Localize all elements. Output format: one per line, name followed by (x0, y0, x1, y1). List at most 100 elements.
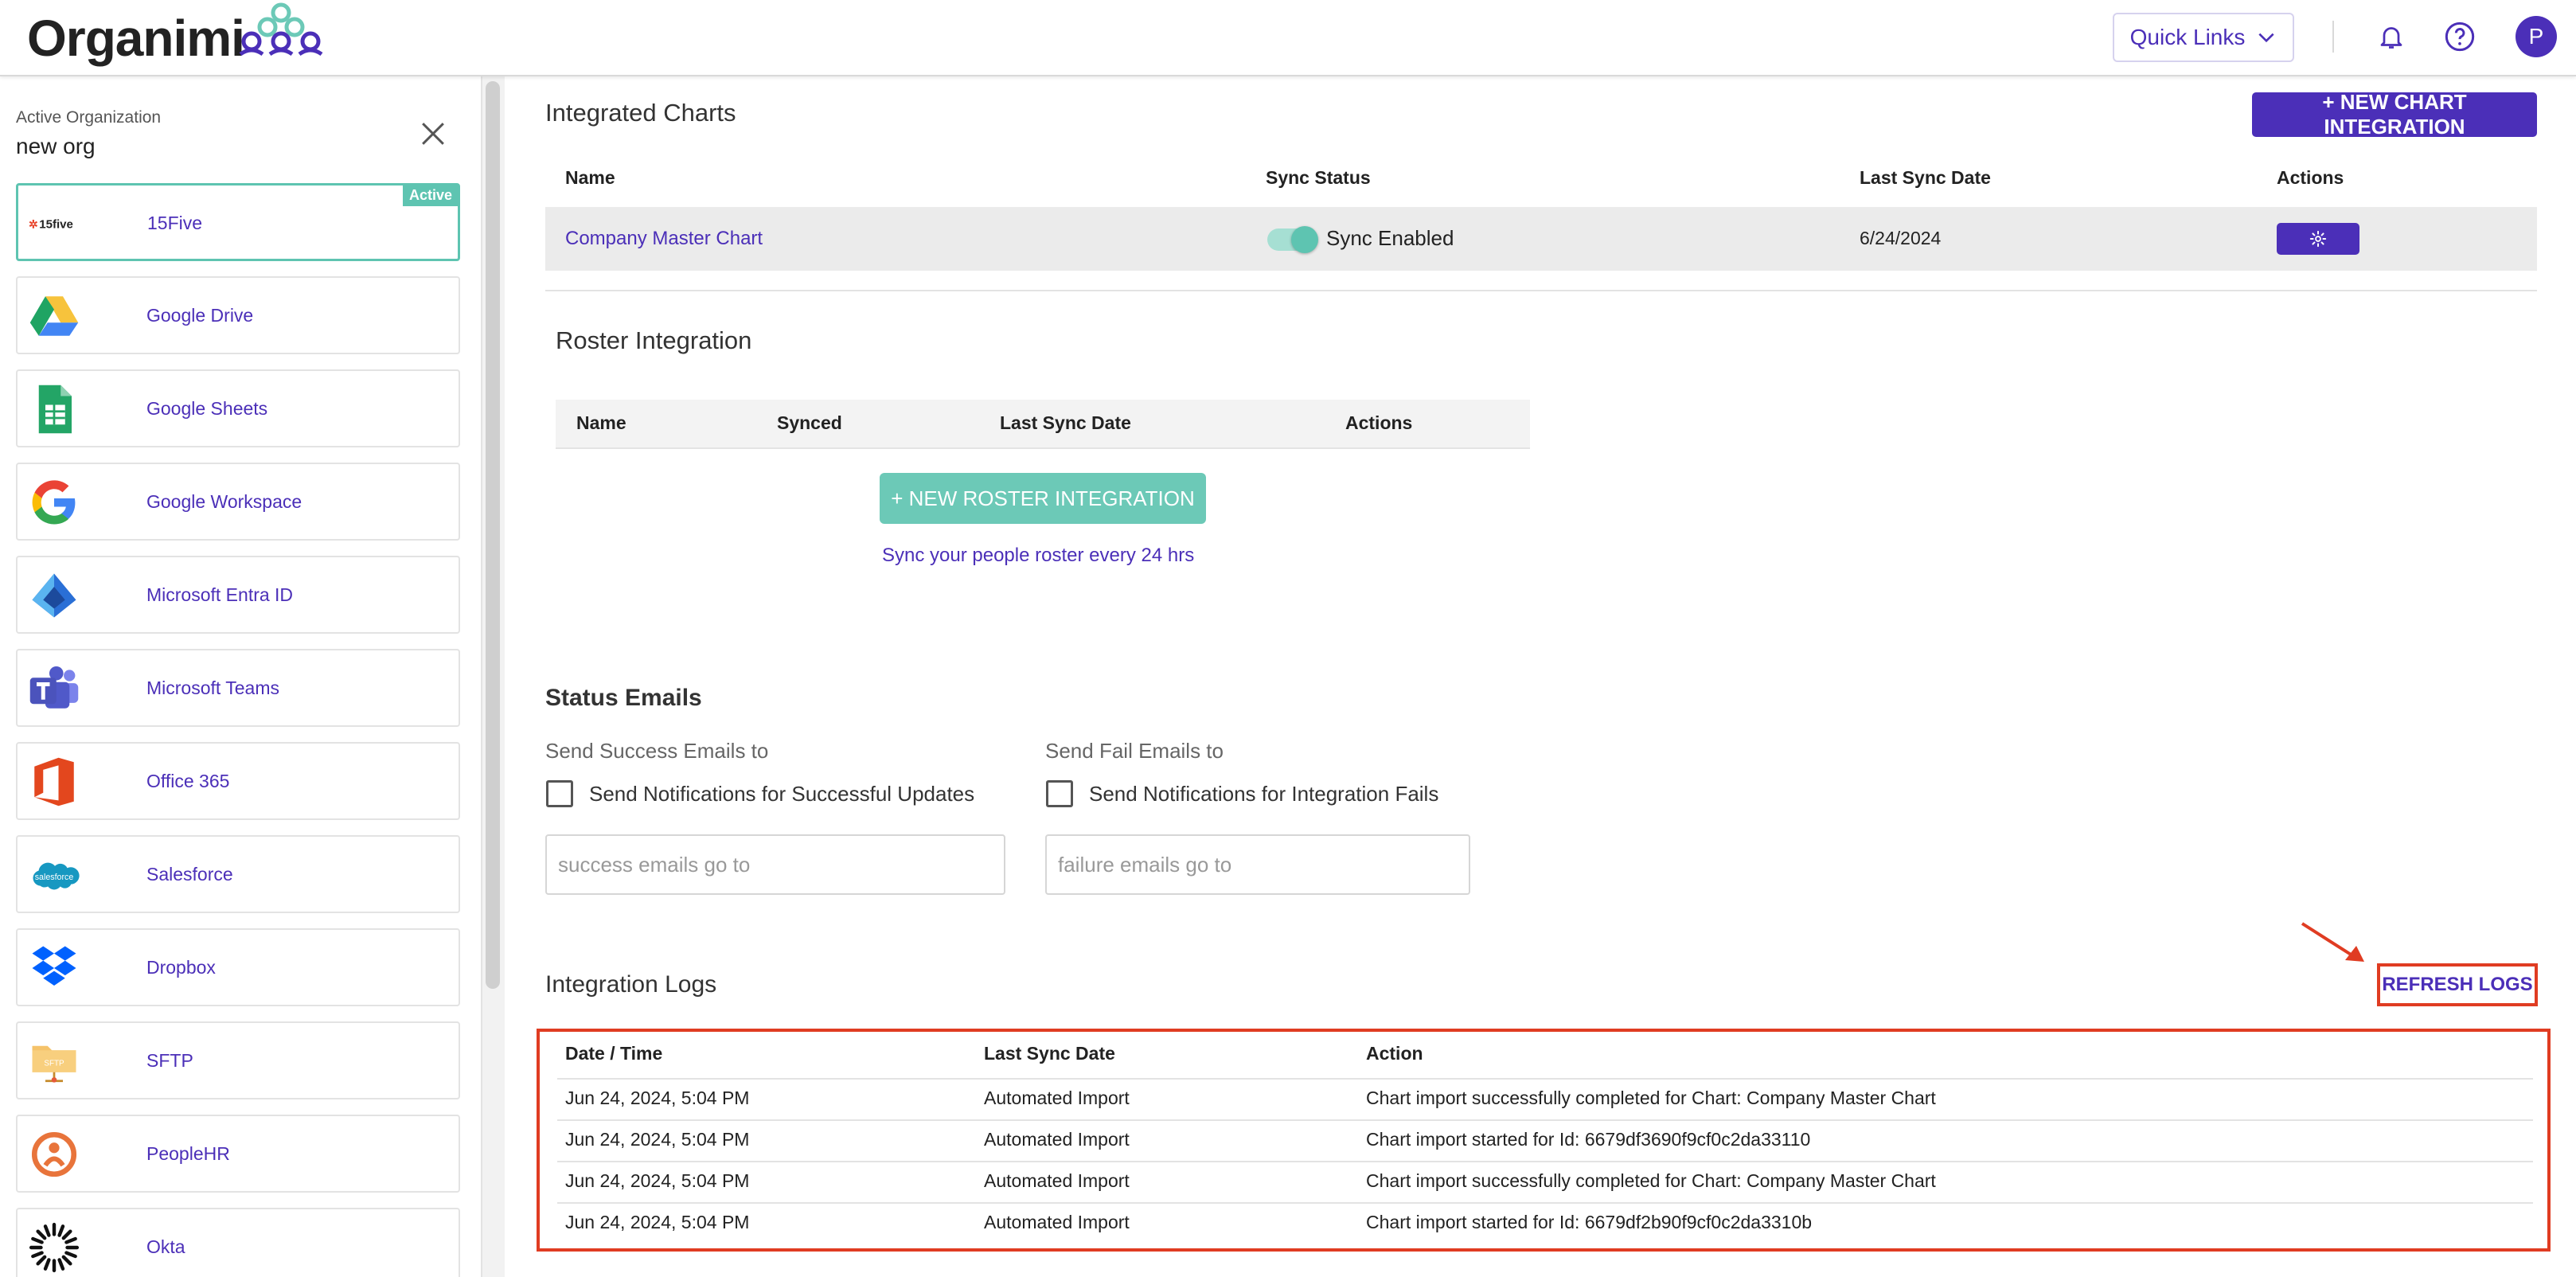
quick-links-label: Quick Links (2129, 25, 2246, 49)
dropbox-icon (27, 941, 81, 995)
new-chart-integration-button[interactable]: + NEW CHART INTEGRATION (2252, 90, 2537, 139)
integration-logs-title: Integration Logs (545, 971, 717, 998)
chevron-down-icon (2258, 33, 2274, 43)
roster-integration-title: Roster Integration (556, 326, 752, 354)
row-divider (557, 1119, 2533, 1121)
svg-text:SFTP: SFTP (44, 1060, 64, 1068)
organimi-logo-icon (239, 2, 323, 57)
log-datetime: Jun 24, 2024, 5:04 PM (565, 1088, 750, 1108)
quick-links-button[interactable]: Quick Links (2113, 13, 2294, 62)
sidebar-item-sftp[interactable]: SFTP SFTP (16, 1021, 460, 1099)
roster-col-name: Name (576, 412, 626, 433)
log-datetime: Jun 24, 2024, 5:04 PM (565, 1212, 750, 1232)
sidebar-item-label: Google Sheets (146, 397, 268, 419)
success-emails-label: Send Success Emails to (545, 739, 769, 763)
log-action: Chart import started for Id: 6679df3690f… (1366, 1129, 1811, 1150)
sidebar-item-label: PeopleHR (146, 1142, 230, 1164)
log-datetime: Jun 24, 2024, 5:04 PM (565, 1129, 750, 1150)
logs-col-last-sync: Last Sync Date (984, 1043, 1115, 1064)
15five-icon: ✲ 15five (28, 197, 82, 251)
settings-button[interactable] (2277, 223, 2359, 255)
sidebar-item-label: Dropbox (146, 956, 216, 978)
log-action: Chart import started for Id: 6679df2b90f… (1366, 1212, 1813, 1232)
sidebar-item-peoplehr[interactable]: PeopleHR (16, 1115, 460, 1193)
active-org-name: new org (16, 134, 96, 158)
help-icon[interactable] (2441, 18, 2479, 56)
microsoft-teams-icon (27, 662, 81, 716)
logs-header-divider (557, 1078, 2533, 1080)
sidebar-item-okta[interactable]: Okta (16, 1208, 460, 1277)
refresh-logs-button[interactable]: REFRESH LOGS (2377, 963, 2538, 1006)
google-workspace-icon (27, 475, 81, 529)
active-badge: Active (402, 185, 459, 206)
avatar[interactable]: P (2516, 16, 2557, 57)
sidebar-item-google-sheets[interactable]: Google Sheets (16, 369, 460, 447)
roster-header-divider (556, 447, 1530, 449)
log-type: Automated Import (984, 1212, 1130, 1232)
sidebar-item-microsoft-teams[interactable]: Microsoft Teams (16, 649, 460, 727)
charts-col-last-sync: Last Sync Date (1860, 167, 1991, 188)
logs-col-datetime: Date / Time (565, 1043, 663, 1064)
section-divider (545, 290, 2537, 291)
fail-notifications-checkbox[interactable] (1046, 780, 1073, 807)
sidebar-item-google-workspace[interactable]: Google Workspace (16, 463, 460, 541)
sidebar-item-label: Office 365 (146, 770, 230, 791)
status-emails-title: Status Emails (545, 685, 702, 711)
sidebar-item-label: Salesforce (146, 863, 233, 885)
charts-col-name: Name (565, 167, 615, 188)
microsoft-entra-icon (27, 568, 81, 623)
logs-col-action: Action (1366, 1043, 1423, 1064)
office-365-icon (27, 755, 81, 809)
roster-col-actions: Actions (1345, 412, 1413, 433)
sidebar-item-label: Microsoft Teams (146, 677, 280, 698)
annotation-arrow-icon (2301, 922, 2364, 962)
bell-icon[interactable] (2372, 18, 2410, 56)
log-datetime: Jun 24, 2024, 5:04 PM (565, 1170, 750, 1191)
fail-notifications-label: Send Notifications for Integration Fails (1089, 782, 1439, 806)
sidebar-item-label: SFTP (146, 1049, 193, 1071)
roster-col-last-sync: Last Sync Date (1000, 412, 1131, 433)
sidebar-item-microsoft-entra[interactable]: Microsoft Entra ID (16, 556, 460, 634)
success-notifications-checkbox[interactable] (546, 780, 573, 807)
log-type: Automated Import (984, 1129, 1130, 1150)
sidebar-item-label: Okta (146, 1236, 185, 1257)
success-email-input[interactable]: success emails go to (545, 834, 1005, 895)
table-row (545, 207, 2537, 271)
svg-text:15five: 15five (39, 218, 73, 232)
row-divider (557, 1161, 2533, 1162)
google-sheets-icon (27, 382, 81, 436)
svg-text:✲: ✲ (29, 218, 38, 231)
sidebar-item-dropbox[interactable]: Dropbox (16, 928, 460, 1006)
sync-toggle[interactable] (1267, 226, 1318, 253)
close-icon[interactable] (416, 116, 451, 151)
integrations-sidebar: Active Organization new org ✲ 15five 15Fi… (0, 76, 482, 1277)
sidebar-scrollbar-thumb[interactable] (486, 81, 500, 989)
google-drive-icon (27, 289, 81, 343)
integrated-charts-title: Integrated Charts (545, 99, 736, 127)
charts-col-sync-status: Sync Status (1266, 167, 1371, 188)
sftp-icon: SFTP (27, 1034, 81, 1088)
log-type: Automated Import (984, 1088, 1130, 1108)
main-content: Integrated Charts + NEW CHART INTEGRATIO… (505, 76, 2576, 1277)
okta-icon (27, 1220, 81, 1275)
salesforce-icon: salesforce (27, 848, 81, 902)
toggle-knob (1291, 226, 1318, 253)
chart-name-link[interactable]: Company Master Chart (565, 228, 763, 250)
success-notifications-label: Send Notifications for Successful Update… (589, 782, 975, 806)
failure-email-input[interactable]: failure emails go to (1045, 834, 1470, 895)
row-divider (557, 1202, 2533, 1204)
new-roster-integration-button[interactable]: + NEW ROSTER INTEGRATION (880, 473, 1206, 524)
roster-col-synced: Synced (777, 412, 842, 433)
fail-emails-label: Send Fail Emails to (1045, 739, 1224, 763)
sidebar-item-label: Microsoft Entra ID (146, 584, 294, 605)
logo-text[interactable]: Organimi (27, 5, 245, 72)
charts-col-actions: Actions (2277, 167, 2344, 188)
sidebar-item-google-drive[interactable]: Google Drive (16, 276, 460, 354)
sidebar-item-label: Google Drive (146, 304, 254, 326)
sidebar-item-office-365[interactable]: Office 365 (16, 742, 460, 820)
sidebar-item-15five[interactable]: ✲ 15five 15Five Active (16, 183, 460, 261)
integration-list: ✲ 15five 15Five Active Google Drive Googl… (16, 183, 460, 1277)
top-bar: Organimi Quick Links P (0, 0, 2576, 76)
sidebar-item-salesforce[interactable]: salesforce Salesforce (16, 835, 460, 913)
roster-sync-note: Sync your people roster every 24 hrs (882, 545, 1195, 566)
